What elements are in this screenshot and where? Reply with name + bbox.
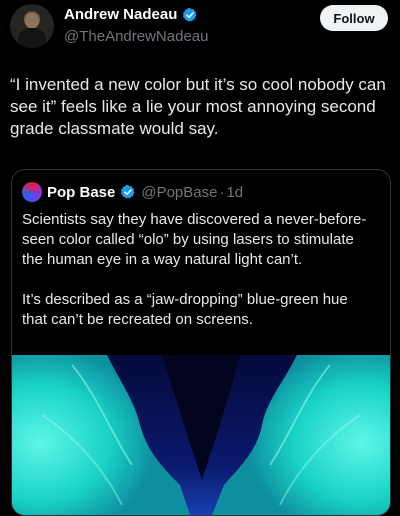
quoted-separator: ·: [219, 183, 225, 201]
author-handle[interactable]: @TheAndrewNadeau: [64, 28, 208, 45]
quoted-paragraph-2: It’s described as a “jaw-dropping” blue-…: [22, 291, 348, 328]
avatar[interactable]: [10, 4, 54, 48]
quoted-tweet-text: Scientists say they have discovered a ne…: [22, 210, 374, 330]
quoted-tweet-header: Pop Base @PopBase · 1d: [22, 182, 243, 202]
author-name-row: Andrew Nadeau: [64, 6, 198, 23]
avatar-body: [18, 28, 46, 48]
tweet-text: “I invented a new color but it’s so cool…: [10, 75, 386, 138]
follow-button[interactable]: Follow: [320, 5, 388, 31]
quoted-timestamp[interactable]: 1d: [226, 184, 243, 201]
quoted-author-handle[interactable]: @PopBase: [141, 184, 217, 201]
quoted-media-image[interactable]: [12, 355, 390, 515]
author-name[interactable]: Andrew Nadeau: [64, 6, 177, 23]
quoted-author-name[interactable]: Pop Base: [47, 184, 115, 201]
quoted-author-avatar[interactable]: [22, 182, 42, 202]
verified-badge-icon: [121, 185, 135, 199]
quoted-tweet-card[interactable]: Pop Base @PopBase · 1d Scientists say th…: [11, 169, 391, 516]
avatar-face: [25, 13, 39, 29]
verified-badge-icon: [183, 7, 197, 22]
quoted-paragraph-1: Scientists say they have discovered a ne…: [22, 211, 367, 268]
tweet-header: Andrew Nadeau @TheAndrewNadeau Follow: [0, 0, 400, 60]
